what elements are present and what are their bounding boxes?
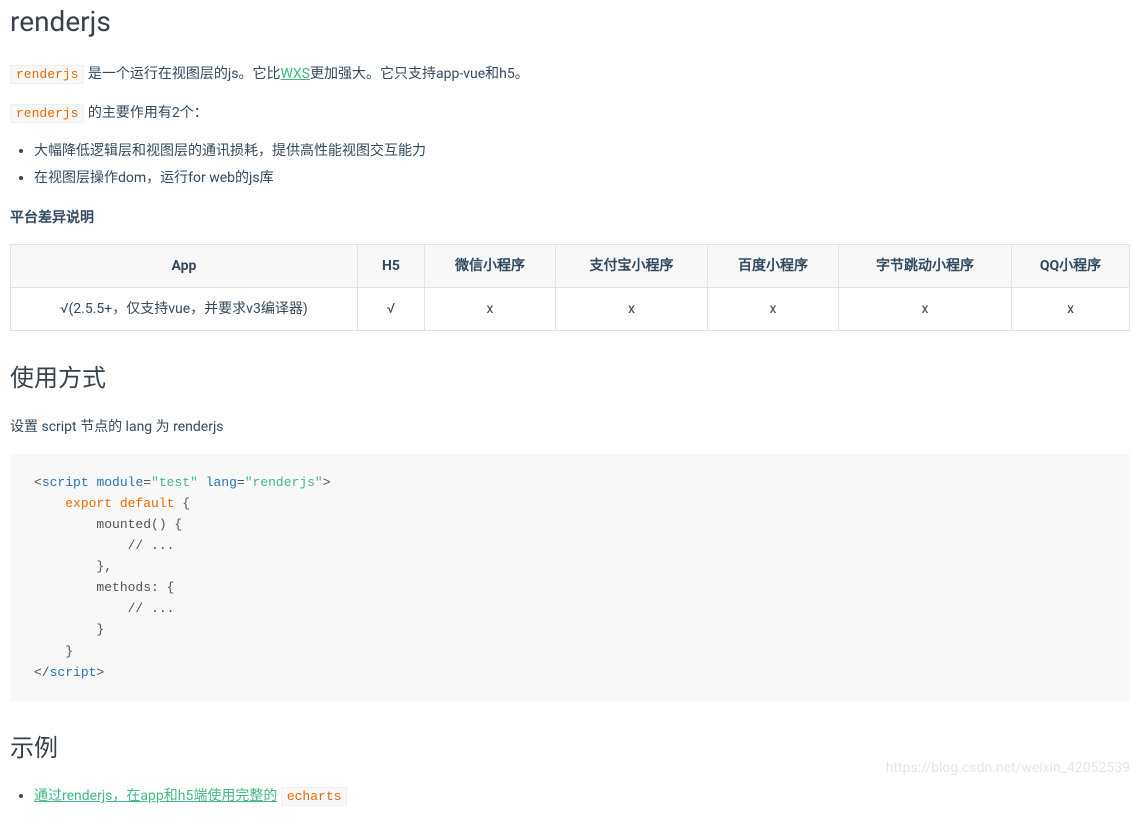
table-header: 支付宝小程序	[555, 244, 707, 287]
code-tag-renderjs: renderjs	[10, 65, 84, 84]
purpose-lead: 的主要作用有2个：	[88, 105, 208, 121]
purpose-list: 大幅降低逻辑层和视图层的通讯损耗，提供高性能视图交互能力 在视图层操作dom，运…	[10, 140, 1130, 189]
table-header: H5	[357, 244, 424, 287]
example-link[interactable]: 通过renderjs，在app和h5端使用完整的	[34, 788, 277, 804]
wxs-link[interactable]: WXS	[280, 66, 310, 82]
platform-heading: 平台差异说明	[10, 207, 1130, 229]
list-item: 大幅降低逻辑层和视图层的通讯损耗，提供高性能视图交互能力	[34, 140, 1130, 162]
table-cell: x	[1012, 287, 1130, 330]
table-cell: √(2.5.5+，仅支持vue，并要求v3编译器)	[11, 287, 358, 330]
table-header: 微信小程序	[425, 244, 556, 287]
table-cell: x	[708, 287, 839, 330]
code-tag-echarts: echarts	[281, 787, 348, 806]
code-tag-renderjs-2: renderjs	[10, 104, 84, 123]
table-header: QQ小程序	[1012, 244, 1130, 287]
list-item: 在视图层操作dom，运行for web的js库	[34, 167, 1130, 189]
page-title: renderjs	[10, 0, 1130, 45]
intro-post: 更加强大。它只支持app-vue和h5。	[310, 66, 529, 82]
purpose-paragraph: renderjs 的主要作用有2个：	[10, 102, 1130, 125]
example-heading: 示例	[10, 729, 1130, 767]
table-cell: √	[357, 287, 424, 330]
code-block: <script module="test" lang="renderjs"> e…	[10, 454, 1130, 700]
usage-heading: 使用方式	[10, 359, 1130, 397]
table-header: 百度小程序	[708, 244, 839, 287]
example-list: 通过renderjs，在app和h5端使用完整的 echarts	[10, 785, 1130, 808]
table-row: √(2.5.5+，仅支持vue，并要求v3编译器) √ x x x x x	[11, 287, 1130, 330]
table-cell: x	[555, 287, 707, 330]
table-cell: x	[838, 287, 1011, 330]
usage-description: 设置 script 节点的 lang 为 renderjs	[10, 416, 1130, 438]
table-header: 字节跳动小程序	[838, 244, 1011, 287]
intro-paragraph: renderjs 是一个运行在视图层的js。它比WXS更加强大。它只支持app-…	[10, 63, 1130, 86]
table-header: App	[11, 244, 358, 287]
intro-pre: 是一个运行在视图层的js。它比	[88, 66, 281, 82]
table-header-row: App H5 微信小程序 支付宝小程序 百度小程序 字节跳动小程序 QQ小程序	[11, 244, 1130, 287]
platform-table: App H5 微信小程序 支付宝小程序 百度小程序 字节跳动小程序 QQ小程序 …	[10, 244, 1130, 332]
table-cell: x	[425, 287, 556, 330]
list-item: 通过renderjs，在app和h5端使用完整的 echarts	[34, 785, 1130, 808]
